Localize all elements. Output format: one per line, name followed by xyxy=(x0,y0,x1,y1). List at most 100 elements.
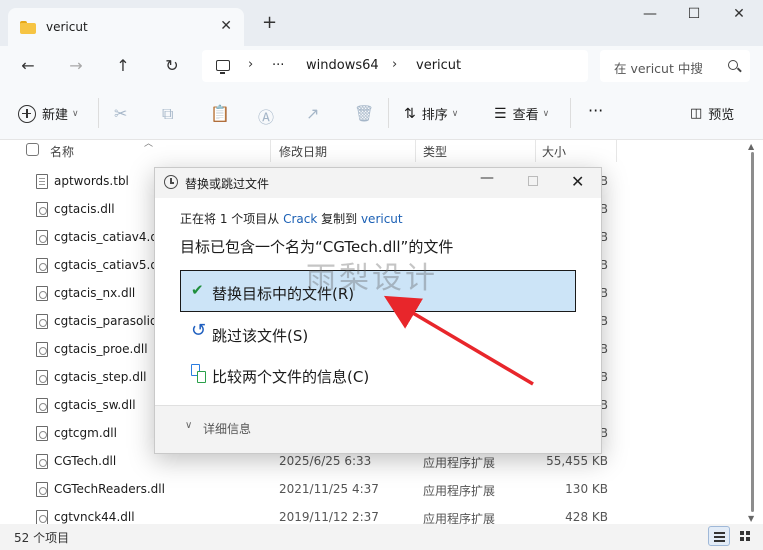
scroll-up-icon[interactable]: ▲ xyxy=(748,142,754,151)
copy-status-prefix: 正在将 1 个项目从 xyxy=(180,212,284,226)
file-icon xyxy=(36,398,48,413)
undo-icon: ↺ xyxy=(191,320,207,341)
chevron-down-icon: ∨ xyxy=(542,108,550,119)
tab-vericut[interactable]: vericut ✕ xyxy=(8,8,244,46)
divider xyxy=(570,98,571,128)
preview-pane-icon: ◫ xyxy=(690,106,703,121)
command-bar: 新建 ∨ ✂ ⧉ 📋 Ⓐ ↗ 🗑 ⇅ 排序 ∨ ☰ 查看 ∨ ··· ◫ 预览 xyxy=(0,86,763,140)
status-bar: 52 个项目 xyxy=(0,524,763,550)
tab-title: vericut xyxy=(46,20,88,34)
breadcrumb-ellipsis[interactable]: ··· xyxy=(272,58,284,73)
chevron-down-icon[interactable]: ∨ xyxy=(185,420,192,431)
more-button[interactable]: ··· xyxy=(588,101,603,120)
table-row[interactable]: cgtvnck44.dll 2019/11/12 2:37 应用程序扩展 428 KB xyxy=(0,504,740,524)
skip-option-label: 跳过该文件(S) xyxy=(212,327,309,345)
tab-bar: vericut ✕ + — ☐ ✕ xyxy=(0,0,763,46)
file-size: 130 KB xyxy=(565,482,608,496)
file-size: 428 KB xyxy=(565,510,608,524)
file-icon xyxy=(36,454,48,469)
file-icon xyxy=(36,510,48,524)
file-name: cgtacis_nx.dll xyxy=(54,286,136,300)
preview-button[interactable]: ◫ 预览 xyxy=(690,104,734,123)
column-name[interactable]: 名称 xyxy=(50,143,74,160)
dialog-minimize-button[interactable]: — xyxy=(480,170,494,186)
file-icon xyxy=(36,202,48,217)
column-divider[interactable] xyxy=(415,140,416,162)
file-modified: 2021/11/25 4:37 xyxy=(279,482,379,496)
close-window-button[interactable]: ✕ xyxy=(729,6,749,26)
sort-icon: ⇅ xyxy=(404,105,416,122)
copy-status-line: 正在将 1 个项目从 Crack 复制到 vericut xyxy=(180,210,403,227)
file-type: 应用程序扩展 xyxy=(423,512,496,524)
new-tab-button[interactable]: + xyxy=(262,14,277,32)
sort-button[interactable]: ⇅ 排序 ∨ xyxy=(404,104,458,124)
file-name: cgtcgm.dll xyxy=(54,426,117,440)
dialog-title: 替换或跳过文件 xyxy=(185,177,270,191)
search-input[interactable]: 在 vericut 中搜 xyxy=(600,50,750,82)
copy-icon[interactable]: ⧉ xyxy=(162,104,180,123)
view-icon: ☰ xyxy=(494,105,507,122)
scroll-thumb[interactable] xyxy=(751,152,754,512)
file-icon xyxy=(36,314,48,329)
file-name: aptwords.tbl xyxy=(54,174,129,188)
column-size[interactable]: 大小 xyxy=(542,143,566,160)
breadcrumb-vericut[interactable]: vericut xyxy=(416,58,461,73)
scroll-down-icon[interactable]: ▼ xyxy=(748,514,754,523)
chevron-down-icon: ∨ xyxy=(72,108,79,119)
file-icon xyxy=(36,174,48,189)
back-button[interactable]: ← xyxy=(16,54,40,78)
address-bar[interactable]: › ··· windows64 › vericut xyxy=(202,50,588,82)
tab-close-icon[interactable]: ✕ xyxy=(220,18,232,34)
file-name: CGTech.dll xyxy=(54,454,117,468)
column-divider[interactable] xyxy=(270,140,271,162)
view-label: 查看 xyxy=(512,108,539,123)
details-view-button[interactable] xyxy=(708,526,730,546)
destination-folder-link[interactable]: vericut xyxy=(361,212,403,226)
up-button[interactable]: ↑ xyxy=(111,54,135,78)
delete-icon[interactable]: 🗑 xyxy=(354,104,374,123)
compare-icon xyxy=(191,364,206,383)
tiles-view-button[interactable] xyxy=(734,526,756,546)
select-all-checkbox[interactable] xyxy=(26,143,39,156)
new-label: 新建 xyxy=(42,108,69,123)
dialog-titlebar: 替换或跳过文件 — ✕ xyxy=(155,168,601,198)
file-icon xyxy=(36,426,48,441)
view-button[interactable]: ☰ 查看 ∨ xyxy=(494,104,550,124)
copy-status-middle: 复制到 xyxy=(317,212,361,226)
compare-option[interactable]: 比较两个文件的信息(C) xyxy=(180,353,576,395)
search-icon xyxy=(728,60,738,70)
file-name: CGTechReaders.dll xyxy=(54,482,165,496)
file-type: 应用程序扩展 xyxy=(423,456,496,470)
file-name: cgtacis_step.dll xyxy=(54,370,147,384)
column-divider[interactable] xyxy=(535,140,536,162)
file-icon xyxy=(36,370,48,385)
column-modified[interactable]: 修改日期 xyxy=(279,143,327,160)
file-type: 应用程序扩展 xyxy=(423,484,496,498)
dialog-close-button[interactable]: ✕ xyxy=(571,172,584,191)
maximize-button[interactable]: ☐ xyxy=(684,6,704,26)
file-name: cgtacis_catiav4.dll xyxy=(54,230,165,244)
tiles-view-icon xyxy=(740,531,744,535)
vertical-scrollbar[interactable]: ▲ ▼ xyxy=(740,140,763,524)
file-modified: 2025/6/25 6:33 xyxy=(279,454,372,468)
sort-arrow-icon: ︿ xyxy=(144,139,154,149)
rename-icon[interactable]: Ⓐ xyxy=(258,104,276,127)
clock-icon xyxy=(164,175,178,189)
new-button[interactable]: 新建 ∨ xyxy=(18,104,79,123)
breadcrumb-windows64[interactable]: windows64 xyxy=(306,58,379,73)
breadcrumb-separator: › xyxy=(392,57,398,72)
table-row[interactable]: CGTechReaders.dll 2021/11/25 4:37 应用程序扩展 13… xyxy=(0,476,740,504)
column-divider[interactable] xyxy=(616,140,617,162)
paste-icon[interactable]: 📋 xyxy=(210,104,230,123)
column-type[interactable]: 类型 xyxy=(423,143,447,160)
share-icon[interactable]: ↗ xyxy=(306,104,324,123)
skip-option[interactable]: ↺ 跳过该文件(S) xyxy=(180,312,576,354)
divider xyxy=(388,98,389,128)
source-folder-link[interactable]: Crack xyxy=(283,212,317,226)
dialog-body: 正在将 1 个项目从 Crack 复制到 vericut 目标已包含一个名为“C… xyxy=(155,198,601,405)
refresh-button[interactable]: ↻ xyxy=(160,54,184,78)
forward-button[interactable]: → xyxy=(64,54,88,78)
cut-icon[interactable]: ✂ xyxy=(114,104,132,123)
more-details-toggle[interactable]: 详细信息 xyxy=(203,420,251,437)
minimize-button[interactable]: — xyxy=(640,6,660,26)
